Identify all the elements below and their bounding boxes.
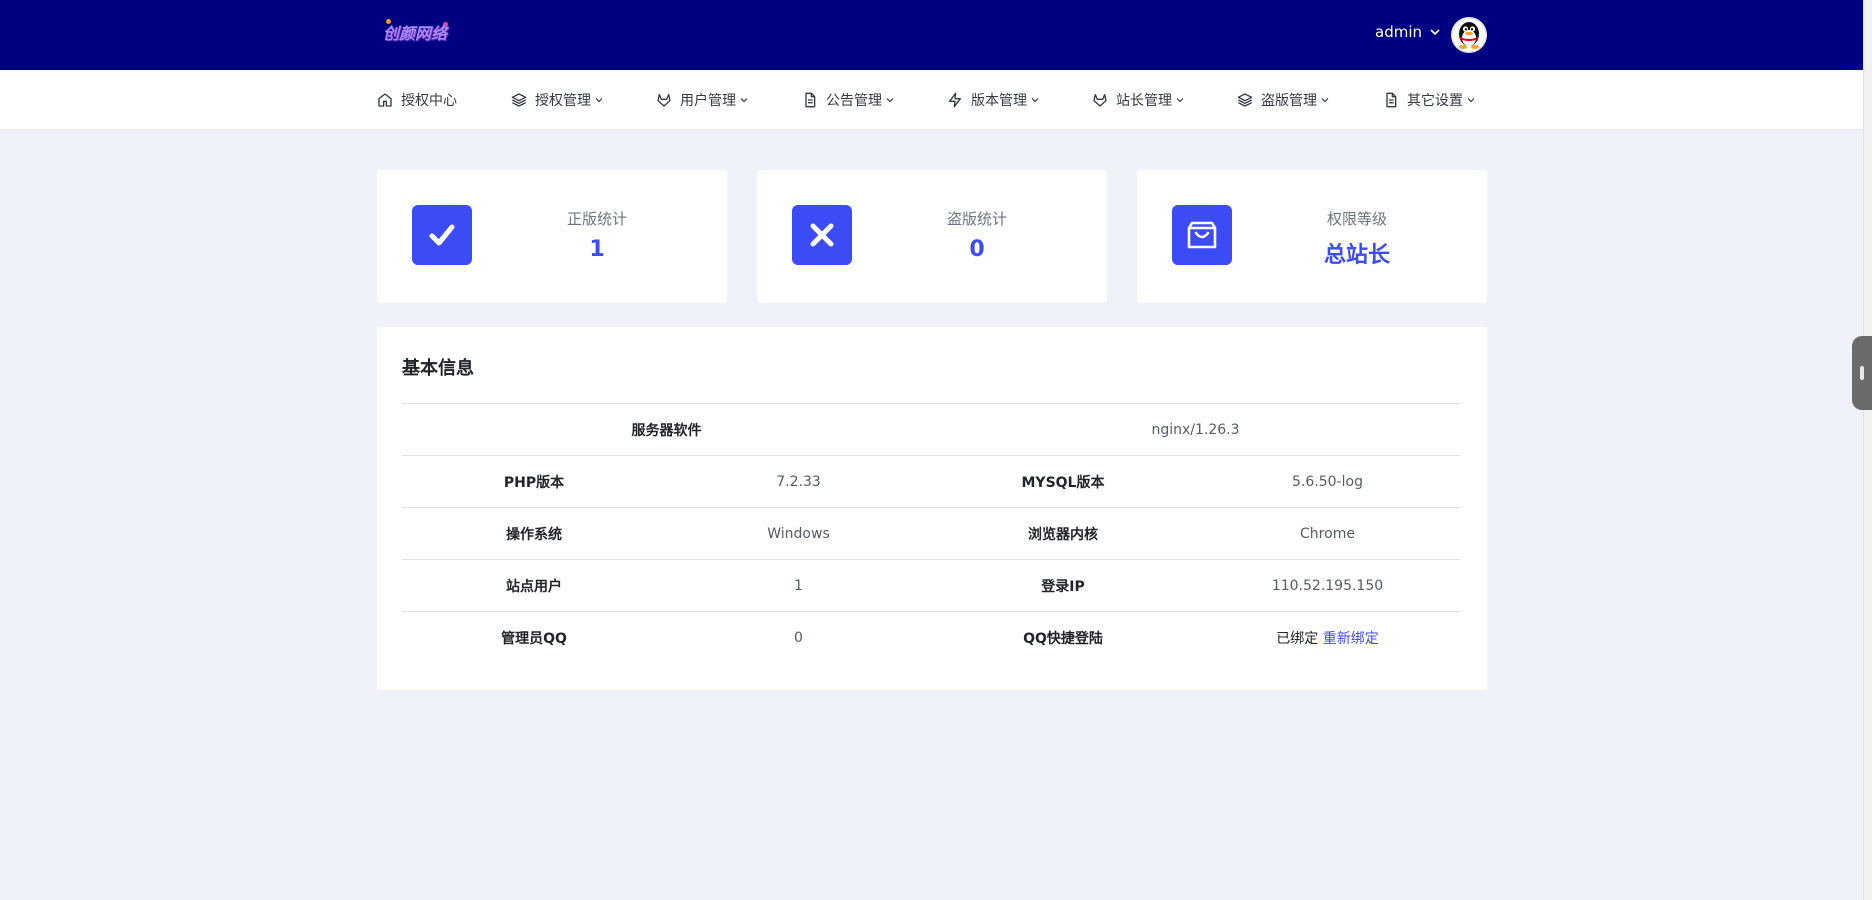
stat-label: 盗版统计 <box>946 210 1007 228</box>
info-key: PHP版本 <box>503 474 565 491</box>
info-key: MYSQL版本 <box>1021 474 1105 491</box>
x-icon <box>810 223 834 247</box>
stat-card-genuine: 正版统计 1 <box>377 170 727 303</box>
nav-label: 公告管理 <box>826 93 882 109</box>
info-value: 5.6.50-log <box>1292 473 1363 490</box>
stat-value: 1 <box>589 237 605 262</box>
nav-label: 盗版管理 <box>1261 93 1317 109</box>
chevron-down-icon <box>1430 29 1440 36</box>
stat-label: 权限等级 <box>1326 210 1387 228</box>
page-scrollbar[interactable] <box>1863 0 1872 900</box>
stat-card-pirated: 盗版统计 0 <box>757 170 1107 303</box>
rebind-link[interactable]: 重新绑定 <box>1323 631 1379 647</box>
table-row: 站点用户 1 登录IP 110.52.195.150 <box>402 560 1460 612</box>
chevron-down-icon <box>886 98 894 103</box>
info-key: 登录IP <box>1041 578 1085 595</box>
main-nav: 授权中心 授权管理 用户管理 公告管理 版本管理 站长管理 盗版管理 其它设置 <box>0 70 1863 130</box>
home-icon <box>378 93 392 107</box>
layers-icon <box>511 93 527 107</box>
shopping-bag-icon <box>1187 221 1217 249</box>
avatar[interactable] <box>1451 17 1487 53</box>
gitlab-icon <box>1093 94 1107 107</box>
logo-text: 创颜网络 <box>383 24 448 43</box>
info-value: 0 <box>794 630 803 646</box>
check-icon <box>429 224 455 246</box>
grip-icon <box>1860 366 1864 380</box>
nav-label: 用户管理 <box>680 93 736 109</box>
qq-penguin-icon <box>1451 17 1487 53</box>
qq-bind-status: 已绑定 <box>1276 631 1319 647</box>
top-bar: 创颜网络 admin <box>0 0 1863 70</box>
chevron-down-icon <box>1321 98 1329 103</box>
scrollbar-thumb[interactable] <box>1852 336 1872 410</box>
info-key: 浏览器内核 <box>1028 526 1098 543</box>
info-value-qq-bind: 已绑定 重新绑定 <box>1195 628 1460 648</box>
file-text-icon <box>805 92 816 108</box>
stat-label: 正版统计 <box>566 210 627 228</box>
chevron-down-icon <box>1176 98 1184 103</box>
section-title: 基本信息 <box>402 358 474 379</box>
info-value: Windows <box>767 525 830 542</box>
nav-item-auth-manage[interactable]: 授权管理 <box>511 70 603 130</box>
info-key: 服务器软件 <box>631 422 702 439</box>
info-key: QQ快捷登陆 <box>1023 631 1103 647</box>
nav-item-webmaster-manage[interactable]: 站长管理 <box>1092 70 1184 130</box>
nav-item-auth-center[interactable]: 授权中心 <box>377 70 457 130</box>
info-value: 7.2.33 <box>776 473 821 490</box>
table-row: 服务器软件 nginx/1.26.3 <box>402 404 1460 456</box>
layers-icon <box>1237 93 1253 107</box>
chevron-down-icon <box>1467 98 1475 103</box>
nav-label: 其它设置 <box>1407 93 1463 109</box>
chevron-down-icon <box>1031 98 1039 103</box>
gitlab-icon <box>657 94 671 107</box>
info-value: 1 <box>794 577 803 594</box>
info-table: 服务器软件 nginx/1.26.3 PHP版本 7.2.33 MYSQL版本 … <box>402 403 1460 664</box>
basic-info-card: 基本信息 服务器软件 nginx/1.26.3 PHP版本 7.2.33 MYS… <box>377 327 1487 690</box>
nav-label: 授权中心 <box>401 93 457 109</box>
info-key: 站点用户 <box>506 578 562 595</box>
stat-value: 总站长 <box>1323 243 1390 268</box>
info-value: nginx/1.26.3 <box>1151 421 1240 438</box>
nav-label: 授权管理 <box>535 93 591 109</box>
nav-item-notice-manage[interactable]: 公告管理 <box>802 70 894 130</box>
table-row: 操作系统 Windows 浏览器内核 Chrome <box>402 508 1460 560</box>
info-value: Chrome <box>1300 525 1355 542</box>
info-key: 操作系统 <box>506 526 562 543</box>
nav-item-piracy-manage[interactable]: 盗版管理 <box>1237 70 1329 130</box>
stat-value: 0 <box>969 237 985 262</box>
chevron-down-icon <box>595 98 603 103</box>
info-value: 110.52.195.150 <box>1271 577 1384 594</box>
table-row: 管理员QQ 0 QQ快捷登陆 已绑定 重新绑定 <box>402 612 1460 664</box>
info-key: 管理员QQ <box>501 631 567 647</box>
file-text-icon <box>1386 92 1397 108</box>
chevron-down-icon <box>740 98 748 103</box>
nav-item-other-settings[interactable]: 其它设置 <box>1383 70 1475 130</box>
stat-icon-box <box>412 205 472 265</box>
stat-icon-box <box>1172 205 1232 265</box>
user-menu-toggle[interactable]: admin <box>1375 23 1441 41</box>
table-row: PHP版本 7.2.33 MYSQL版本 5.6.50-log <box>402 456 1460 508</box>
nav-label: 版本管理 <box>971 93 1027 109</box>
zap-icon <box>949 92 961 108</box>
user-name: admin <box>1375 23 1422 41</box>
site-logo[interactable]: 创颜网络 <box>383 18 451 54</box>
stat-icon-box <box>792 205 852 265</box>
nav-item-user-manage[interactable]: 用户管理 <box>656 70 748 130</box>
nav-label: 站长管理 <box>1116 93 1172 109</box>
stat-card-permission-level: 权限等级 总站长 <box>1137 170 1487 303</box>
nav-item-version-manage[interactable]: 版本管理 <box>947 70 1039 130</box>
